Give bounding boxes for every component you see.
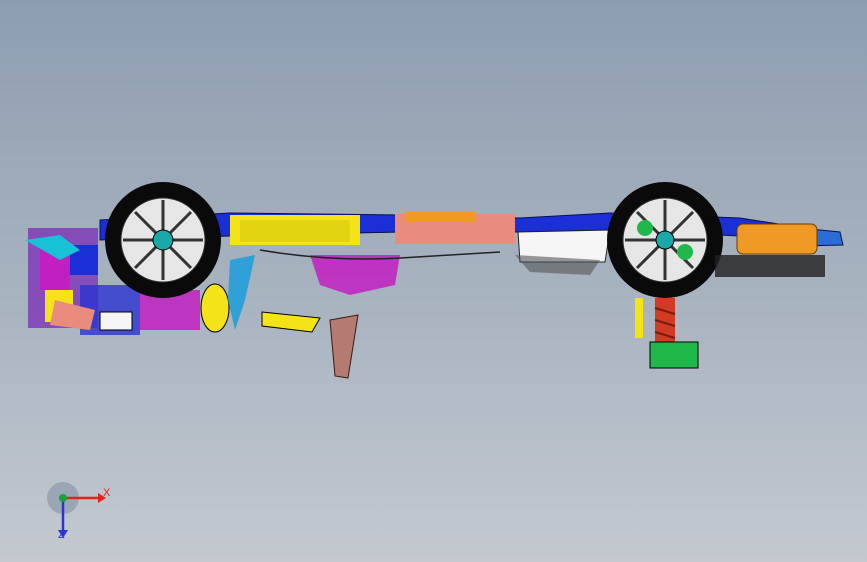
rear-wheel bbox=[607, 182, 723, 298]
x-axis-label: X bbox=[103, 487, 111, 499]
y-axis-dot bbox=[59, 494, 67, 502]
front-wheel bbox=[105, 182, 221, 298]
z-axis-label: Z bbox=[58, 529, 65, 541]
graphics-viewport[interactable]: X Z bbox=[0, 0, 867, 562]
rear-suspension bbox=[635, 298, 699, 369]
chassis-model[interactable] bbox=[0, 0, 867, 562]
